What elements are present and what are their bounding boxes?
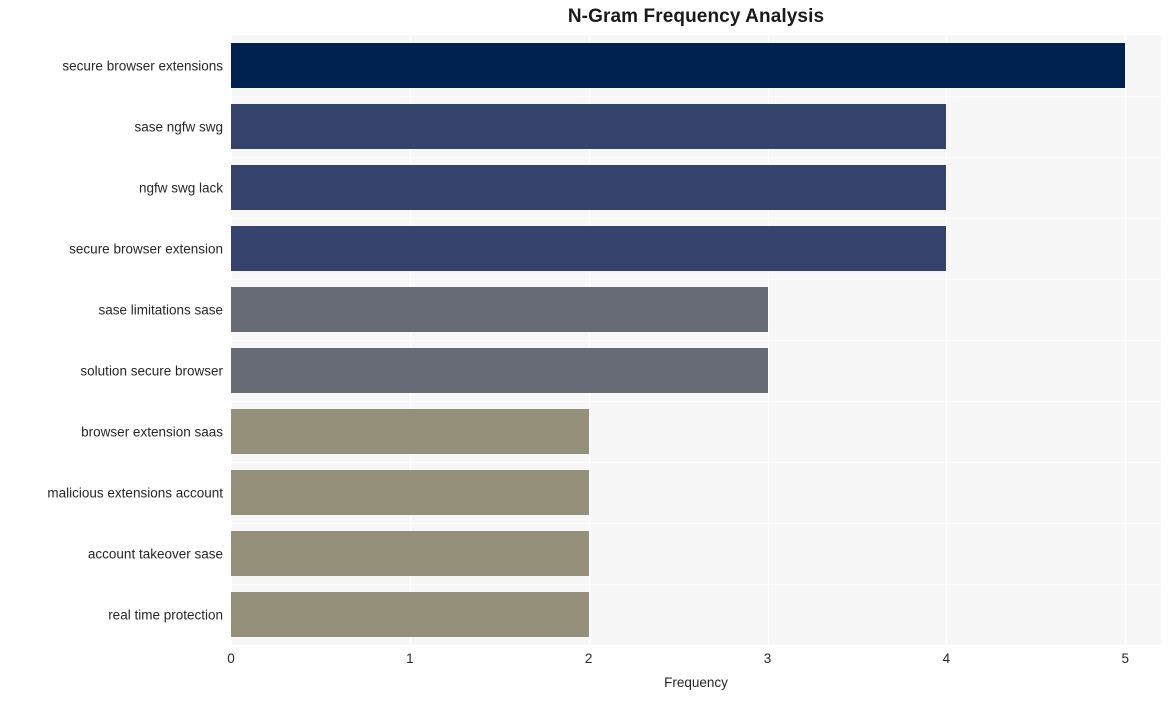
y-axis-tick-label: malicious extensions account xyxy=(47,484,223,500)
plot-area xyxy=(231,35,1161,645)
bar[interactable] xyxy=(231,530,589,577)
y-axis-tick-label: solution secure browser xyxy=(80,362,223,378)
bar-row xyxy=(231,347,1161,394)
bar[interactable] xyxy=(231,408,589,455)
y-axis-tick-label: sase ngfw swg xyxy=(134,118,223,134)
y-axis-tick-label: sase limitations sase xyxy=(98,301,223,317)
bar-row xyxy=(231,408,1161,455)
x-axis-tick-label: 4 xyxy=(942,651,951,666)
x-axis-tick-label: 0 xyxy=(227,651,235,666)
x-axis-title: Frequency xyxy=(664,675,728,690)
bar-row xyxy=(231,42,1161,89)
bar-row xyxy=(231,103,1161,150)
bar[interactable] xyxy=(231,225,947,272)
bar[interactable] xyxy=(231,103,947,150)
chart-figure: N-Gram Frequency Analysis secure browser… xyxy=(0,0,1171,701)
x-axis-tick-labels: 0 1 2 3 4 5 xyxy=(227,645,1161,671)
x-axis-tick-label: 1 xyxy=(406,651,414,666)
y-axis-tick-label: account takeover sase xyxy=(87,545,223,561)
y-axis-tick-label: real time protection xyxy=(108,606,223,622)
chart-title: N-Gram Frequency Analysis xyxy=(567,6,825,27)
bar[interactable] xyxy=(231,286,768,333)
bar[interactable] xyxy=(231,347,768,394)
bars-layer xyxy=(231,35,1161,645)
x-axis-tick-label: 5 xyxy=(1121,651,1129,666)
bar[interactable] xyxy=(231,42,1126,89)
y-axis-tick-label: secure browser extensions xyxy=(62,57,223,73)
bar-row xyxy=(231,286,1161,333)
bar-row xyxy=(231,469,1161,516)
bar[interactable] xyxy=(231,164,947,211)
bar-row xyxy=(231,530,1161,577)
bar-row xyxy=(231,164,1161,211)
bar[interactable] xyxy=(231,469,589,516)
y-axis-tick-label: ngfw swg lack xyxy=(138,179,223,195)
bar-row xyxy=(231,225,1161,272)
x-axis-tick-label: 2 xyxy=(584,651,593,666)
y-axis-tick-labels: secure browser extensions sase ngfw swg ng… xyxy=(0,35,223,645)
bar-row xyxy=(231,591,1161,638)
y-axis-tick-label: secure browser extension xyxy=(69,240,223,256)
bar[interactable] xyxy=(231,591,589,638)
y-axis-tick-label: browser extension saas xyxy=(81,423,223,439)
x-axis-tick-label: 3 xyxy=(763,651,772,666)
